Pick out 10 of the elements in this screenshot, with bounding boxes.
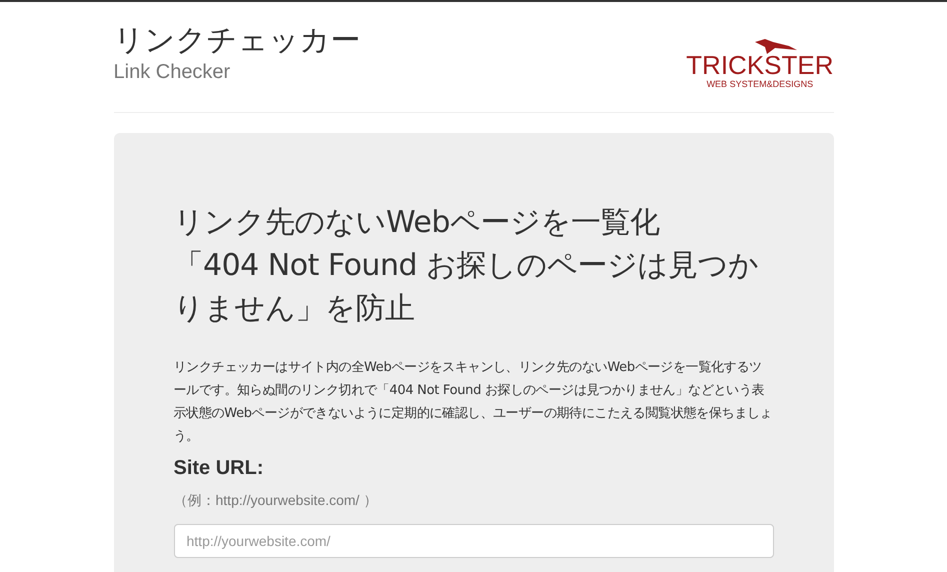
bird-icon — [752, 38, 797, 54]
description-paragraph: リンクチェッカーはサイト内の全Webページをスキャンし、リンク先のないWebページを一覧化するツールです。知らぬ間のリンク切れで「404 Not Found お探しのページは見つかりません」などという表示状態のWebページができないように定期的に確認し、ユーザーの期待にこたえる閲覧状態を保ちましょう。 — [174, 359, 774, 446]
site-url-label: Site URL: — [174, 456, 264, 481]
site-url-field[interactable]: http://yourwebsite.com/ — [174, 524, 774, 558]
page-subtitle: Link Checker — [114, 60, 232, 84]
logo-tagline: WEB SYSTEM&DESIGNS — [706, 78, 814, 90]
logo-name: TRICKSTER — [686, 52, 834, 78]
page-title: リンクチェッカー — [114, 22, 360, 60]
hero-heading: リンク先のないWebページを一覧化 「404 Not Found お探しのページは見つかりません」を防止 — [174, 204, 760, 328]
url-example: （例：http://yourwebsite.com/ ） — [174, 491, 378, 510]
